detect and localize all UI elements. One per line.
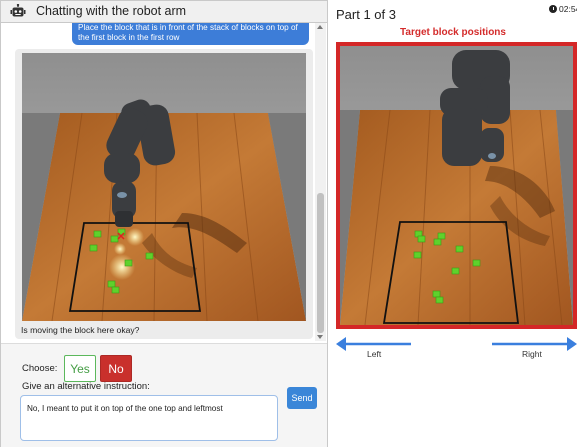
chat-title: Chatting with the robot arm (36, 4, 187, 18)
right-nav-label: Right (522, 349, 542, 359)
robot-scene-image (22, 53, 306, 321)
user-message-bubble: Place the block that is in front of the … (72, 23, 309, 45)
yes-button[interactable]: Yes (64, 355, 96, 382)
target-image-frame (336, 42, 577, 329)
timer: 02:54 (549, 4, 577, 14)
scroll-thumb[interactable] (317, 193, 324, 333)
target-title: Target block positions (400, 27, 506, 38)
left-nav-label: Left (367, 349, 382, 359)
target-panel: Part 1 of 3 02:54 Target block positions (329, 0, 577, 447)
target-scene-image (340, 46, 573, 325)
no-button[interactable]: No (100, 355, 132, 382)
chat-header: Chatting with the robot arm (1, 1, 327, 23)
part-indicator: Part 1 of 3 (336, 7, 396, 22)
response-controls: Choose: Yes No Give an alternative instr… (1, 343, 327, 447)
choose-label: Choose: (22, 363, 58, 374)
chat-panel: Chatting with the robot arm Place the bl… (0, 0, 328, 447)
alternative-instruction-label: Give an alternative instruction: (22, 381, 150, 392)
chat-messages[interactable]: Place the block that is in front of the … (1, 23, 327, 341)
scroll-up-arrow-icon[interactable] (317, 25, 323, 29)
send-button[interactable]: Send (287, 387, 317, 409)
robot-icon (10, 4, 26, 17)
alternative-instruction-input[interactable]: No, I meant to put it on top of the one … (20, 395, 278, 441)
app-root: Chatting with the robot arm Place the bl… (0, 0, 577, 447)
clock-icon (549, 5, 557, 13)
robot-message-bubble: Is moving the block here okay? (15, 49, 313, 339)
timer-value: 02:54 (559, 4, 577, 14)
chat-scrollbar[interactable] (315, 23, 326, 341)
robot-question: Is moving the block here okay? (21, 325, 140, 335)
scroll-down-arrow-icon[interactable] (317, 335, 323, 339)
